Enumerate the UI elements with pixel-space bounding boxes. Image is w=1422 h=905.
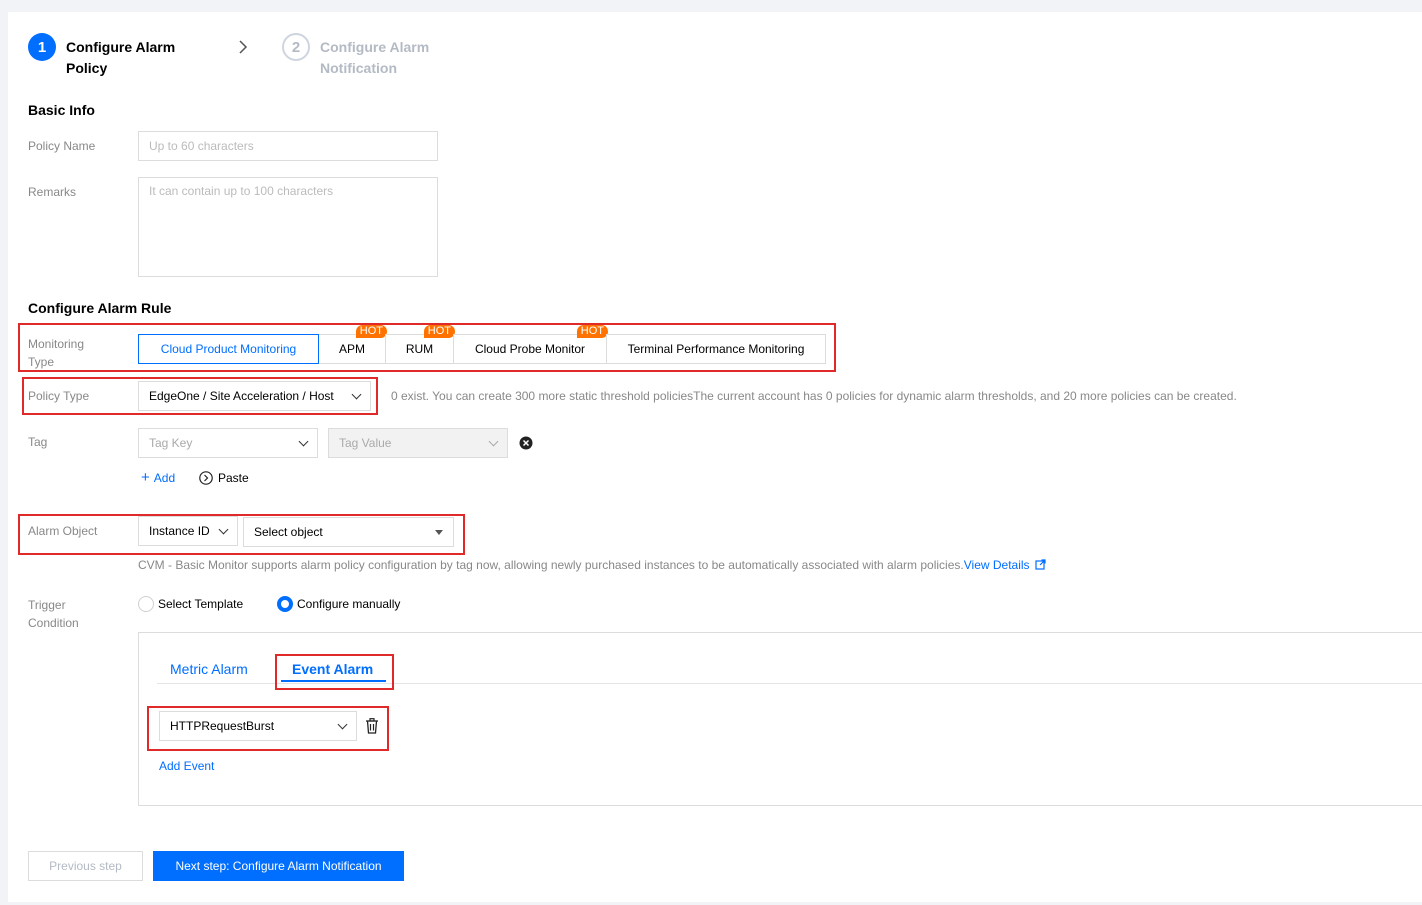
alarm-object-label: Alarm Object [28,524,98,538]
next-step-button[interactable]: Next step: Configure Alarm Notification [153,851,404,881]
add-event-link[interactable]: Add Event [159,759,214,773]
monitoring-type-rum[interactable]: RUM HOT [385,325,455,364]
monitoring-type-label: Monitoring Type [28,335,84,371]
tag-key-select[interactable]: Tag Key [138,428,318,458]
trash-icon[interactable] [365,718,379,734]
remarks-label: Remarks [28,185,77,199]
step-2-line1: Configure Alarm [320,39,430,55]
tag-value-select: Tag Value [328,428,508,458]
step-1-line2: Policy [66,60,108,76]
basic-info-title: Basic Info [28,102,95,118]
tabs-divider [157,683,1422,684]
paste-label: Paste [218,471,249,485]
chevron-right-icon [239,40,248,54]
add-tag-button[interactable]: + Add [141,469,176,486]
remarks-textarea[interactable]: It can contain up to 100 characters [138,177,438,277]
monitoring-type-apm[interactable]: APM HOT [318,325,387,364]
policy-type-label: Policy Type [28,389,90,403]
paste-tag-button[interactable]: Paste [199,471,249,485]
step-1-label: Configure Alarm Policy [66,37,175,79]
monitoring-type-terminal-performance[interactable]: Terminal Performance Monitoring [606,334,826,364]
trigger-label-line1: Trigger [28,598,66,612]
radio-configure-manually[interactable] [277,596,293,612]
caret-down-icon [435,529,443,535]
configure-manually-label[interactable]: Configure manually [297,597,400,611]
hot-badge: HOT [576,325,608,338]
view-details-link[interactable]: View Details [964,558,1030,572]
chevron-down-icon [298,436,309,446]
radio-select-template[interactable] [138,596,154,612]
tab-metric-alarm[interactable]: Metric Alarm [170,661,248,677]
chevron-down-icon [351,389,362,399]
select-template-label[interactable]: Select Template [158,597,243,611]
segment-label: Cloud Product Monitoring [160,342,297,356]
chevron-down-icon [488,436,499,446]
segment-label: Terminal Performance Monitoring [627,342,805,356]
active-tab-underline [281,680,386,682]
step-2-number: 2 [291,38,301,56]
monitoring-type-cloud-product[interactable]: Cloud Product Monitoring [138,334,319,364]
plus-icon: + [141,469,150,486]
monitoring-type-cloud-probe[interactable]: Cloud Probe Monitor HOT [453,325,608,364]
remove-tag-icon[interactable] [519,436,533,450]
monitoring-type-label-line2: Type [28,355,55,369]
segment-label: APM [338,342,365,356]
external-link-icon [1035,559,1046,570]
alarm-object-hint-text: CVM - Basic Monitor supports alarm polic… [138,558,964,572]
hot-badge: HOT [423,325,455,338]
step-2-label: Configure Alarm Notification [320,37,429,79]
step-1-number: 1 [37,38,47,56]
step-1-circle: 1 [28,33,56,61]
tag-key-placeholder: Tag Key [149,436,193,450]
alarm-object-type-value: Instance ID [149,524,210,538]
monitoring-type-label-line1: Monitoring [28,337,85,351]
alarm-policy-card: 1 Configure Alarm Policy 2 Configure Ala… [8,12,1422,902]
alarm-object-select[interactable]: Select object [243,517,454,547]
event-value: HTTPRequestBurst [170,719,275,733]
paste-icon [199,471,213,485]
segment-label: RUM [405,342,434,356]
step-1-line1: Configure Alarm [66,39,176,55]
alarm-object-type-select[interactable]: Instance ID [138,516,238,546]
add-tag-label: Add [153,471,176,485]
chevron-down-icon [218,524,229,534]
tab-event-alarm[interactable]: Event Alarm [292,661,373,677]
hot-badge: HOT [355,325,387,338]
chevron-down-icon [337,719,348,729]
segment-label: Cloud Probe Monitor [474,342,586,356]
alarm-rule-title: Configure Alarm Rule [28,300,172,316]
policy-name-label: Policy Name [28,139,96,153]
trigger-condition-panel: Metric Alarm Event Alarm HTTPRequestBurs… [138,632,1422,806]
tag-value-placeholder: Tag Value [339,436,392,450]
policy-type-select[interactable]: EdgeOne / Site Acceleration / Host [138,381,371,411]
trigger-condition-label: Trigger Condition [28,596,79,632]
step-2-circle: 2 [282,33,310,61]
event-select[interactable]: HTTPRequestBurst [159,711,357,741]
trigger-label-line2: Condition [28,616,79,630]
alarm-object-hint: CVM - Basic Monitor supports alarm polic… [138,558,1046,572]
step-2-line2: Notification [320,60,397,76]
previous-step-button: Previous step [28,851,143,881]
tag-label: Tag [28,435,48,449]
policy-quota-hint: 0 exist. You can create 300 more static … [391,389,1237,403]
policy-name-input[interactable]: Up to 60 characters [138,131,438,161]
policy-type-value: EdgeOne / Site Acceleration / Host [149,389,334,403]
alarm-object-placeholder: Select object [254,525,323,539]
